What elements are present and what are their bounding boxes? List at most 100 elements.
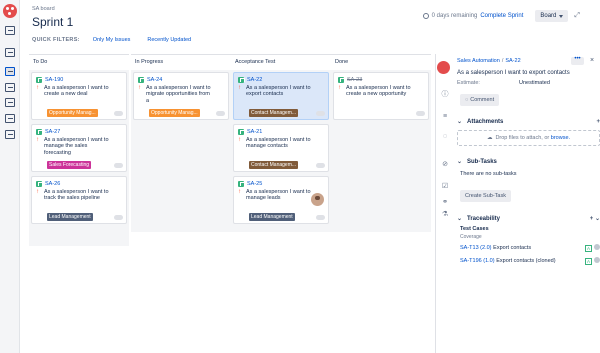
subtasks-icon[interactable]: ☑	[441, 182, 449, 190]
links-icon[interactable]: ⚭	[441, 198, 449, 206]
column-done: Done SA-23 ↑ As a salesperson I want to c…	[331, 54, 431, 353]
backlog-icon[interactable]	[5, 26, 15, 35]
board-menu-button[interactable]: Board	[535, 10, 569, 22]
chevron-down-icon: ⌄	[457, 159, 463, 165]
chevron-down-icon: ⌄	[457, 216, 463, 222]
issue-summary: As a salesperson I want to track the sal…	[44, 189, 109, 202]
releases-icon[interactable]	[5, 83, 15, 92]
attachment-icon[interactable]: ⊘	[441, 160, 449, 168]
sprint-remaining: 0 days remaining	[422, 13, 478, 19]
test-case-link[interactable]: SA-T196 (1.0)	[460, 258, 495, 264]
clock-icon	[422, 13, 429, 19]
epic-label: Sales Forecasting	[47, 161, 92, 169]
issue-card[interactable]: SA-27 ↑ As a salesperson I want to manage…	[31, 124, 127, 172]
board-button-label: Board	[540, 13, 557, 19]
drop-text: Drop files to attach, or	[495, 135, 550, 141]
page-title: Sprint 1	[32, 15, 74, 29]
chevron-down-icon	[559, 14, 564, 18]
comment-icon[interactable]: ◌	[441, 132, 449, 140]
subtasks-title: Sub-Tasks	[467, 158, 497, 165]
quick-filters-label: QUICK FILTERS:	[32, 37, 80, 43]
detail-issue-key[interactable]: SA-22	[505, 58, 520, 64]
reports-icon[interactable]	[5, 98, 15, 107]
issue-key[interactable]: SA-25	[247, 181, 262, 187]
estimate-badge	[316, 163, 325, 168]
filter-recently-updated[interactable]: Recently Updated	[144, 36, 194, 44]
issue-card-selected[interactable]: SA-22 ↑ As a salesperson I want to export…	[233, 72, 329, 120]
assignee-avatar[interactable]	[311, 193, 324, 206]
issue-card[interactable]: SA-21 ↑ As a salesperson I want to manage…	[233, 124, 329, 172]
add-icon[interactable]: + ⌄	[590, 215, 600, 222]
issue-summary: As a salesperson I want to export contac…	[246, 85, 311, 98]
issue-key[interactable]: SA-21	[247, 129, 262, 135]
breadcrumb[interactable]: SA board	[32, 6, 73, 12]
estimate-badge	[114, 163, 123, 168]
coverage-label: Coverage	[460, 234, 482, 240]
components-icon[interactable]	[5, 130, 15, 139]
issue-summary: As a salesperson I want to manage contac…	[246, 137, 311, 150]
estimate-badge	[216, 111, 225, 116]
filter-only-my-issues[interactable]: Only My Issues	[90, 36, 134, 44]
story-icon	[36, 77, 43, 83]
attachments-section[interactable]: ⌄ Attachments +	[457, 118, 600, 126]
column-body: SA-23 ↑ As a salesperson I want to create…	[331, 70, 431, 232]
issue-key[interactable]: SA-190	[45, 77, 63, 83]
priority-up-icon: ↑	[238, 85, 241, 91]
create-subtask-button[interactable]: Create Sub-Task	[460, 190, 511, 202]
automated-badge: A	[584, 245, 592, 252]
status-dot	[594, 244, 600, 250]
column-acceptance-test: Acceptance Test SA-22 ↑ As a salesperson …	[231, 54, 331, 353]
description-icon[interactable]: ≡	[441, 112, 449, 120]
issue-key[interactable]: SA-23	[347, 77, 362, 83]
issue-key[interactable]: SA-26	[45, 181, 60, 187]
issue-key[interactable]: SA-24	[147, 77, 162, 83]
complete-sprint-link[interactable]: Complete Sprint	[480, 13, 523, 19]
issue-card[interactable]: SA-25 ↑ As a salesperson I want to manage…	[233, 176, 329, 224]
issue-card[interactable]: SA-24 ↑ As a salesperson I want to migrat…	[133, 72, 229, 120]
board-icon[interactable]	[5, 48, 15, 57]
comment-button[interactable]: ◌ Comment	[460, 94, 500, 106]
test-icon[interactable]: ⚗	[441, 210, 449, 218]
epic-label: Lead Management	[249, 213, 295, 221]
priority-up-icon: ↑	[338, 85, 341, 91]
issue-card[interactable]: SA-23 ↑ As a salesperson I want to create…	[333, 72, 429, 120]
attachment-dropzone[interactable]: ☁ Drop files to attach, or browse.	[457, 130, 600, 146]
story-icon	[238, 181, 245, 187]
no-subtasks-text: There are no sub-tasks	[460, 171, 517, 177]
story-icon	[238, 129, 245, 135]
epic-label: Contact Managem...	[249, 109, 299, 117]
issue-summary: As a salesperson I want to manage leads	[246, 189, 311, 202]
issue-card[interactable]: SA-26 ↑ As a salesperson I want to track …	[31, 176, 127, 224]
story-icon	[238, 77, 245, 83]
epic-label: Contact Managem...	[249, 161, 299, 169]
test-case-link[interactable]: SA-T13 (2.0)	[460, 245, 491, 251]
remaining-text: 0 days remaining	[431, 13, 478, 19]
issue-summary: As a salesperson I want to migrate oppor…	[146, 85, 211, 104]
add-icon[interactable]: +	[596, 119, 600, 125]
issue-key[interactable]: SA-22	[247, 77, 262, 83]
issue-card[interactable]: SA-190 ↑ As a salesperson I want to creat…	[31, 72, 127, 120]
traceability-section[interactable]: ⌄ Traceability + ⌄	[457, 215, 600, 223]
subtasks-section[interactable]: ⌄ Sub-Tasks	[457, 158, 600, 166]
estimate-value[interactable]: Unestimated	[519, 80, 550, 86]
project-avatar-icon[interactable]	[3, 4, 17, 18]
issues-icon[interactable]	[5, 114, 15, 123]
epic-label: Opportunity Manag...	[47, 109, 98, 117]
column-header: Acceptance Test	[231, 54, 331, 68]
chevron-down-icon: ⌄	[457, 119, 463, 125]
column-body: SA-190 ↑ As a salesperson I want to creat…	[29, 70, 129, 246]
active-sprint-icon[interactable]	[5, 67, 15, 76]
close-icon[interactable]: ×	[590, 57, 594, 64]
detail-project-link[interactable]: Sales Automation	[457, 58, 500, 64]
issue-summary-title[interactable]: As a salesperson I want to export contac…	[457, 70, 600, 76]
browse-link[interactable]: browse.	[551, 135, 570, 141]
expand-icon[interactable]: ⤢	[574, 12, 580, 20]
info-icon[interactable]: ⓘ	[441, 90, 449, 98]
column-to-do: To Do SA-190 ↑ As a salesperson I want to…	[29, 54, 129, 353]
project-avatar	[437, 61, 450, 74]
automated-badge: A	[584, 258, 592, 265]
priority-up-icon: ↑	[36, 137, 39, 143]
issue-key[interactable]: SA-27	[45, 129, 60, 135]
more-options-icon[interactable]: •••	[571, 56, 584, 65]
issue-summary: As a salesperson I want to create a new …	[346, 85, 411, 98]
